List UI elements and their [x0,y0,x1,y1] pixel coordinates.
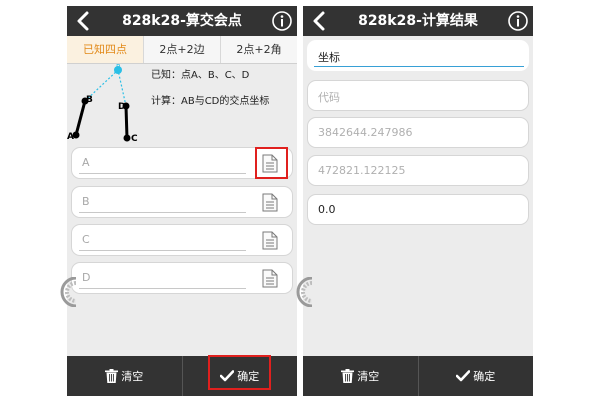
info-icon[interactable] [271,10,293,32]
label-d: D [118,102,125,112]
tab-two-points-two-angles[interactable]: 2点+2角 [221,36,297,63]
mode-tabs: 已知四点 2点+2边 2点+2角 [67,36,297,64]
coordinate-name-value: 坐标 [318,51,340,64]
point-b-input[interactable]: B [71,186,293,218]
highlight-box-confirm [208,355,271,390]
point-d-input[interactable]: D [71,262,293,294]
page-title: 828k28-算交会点 [122,13,242,29]
calculation-text: 计算：AB与CD的交点坐标 [151,96,270,107]
trash-icon [341,369,355,383]
northing-field[interactable]: 3842644.247986 [307,117,529,148]
back-arrow-icon[interactable] [309,9,331,33]
page-title: 828k28-计算结果 [358,13,478,29]
confirm-label: 确定 [473,370,496,383]
elevation-field[interactable]: 0.0 [307,194,529,225]
code-placeholder: 代码 [318,91,340,104]
document-icon[interactable] [262,231,278,250]
info-icon[interactable] [507,10,529,32]
clear-label: 清空 [357,370,380,383]
label-p: P [116,64,120,71]
result-screen: 828k28-计算结果 坐标 代码 3842644.247986 472821.… [303,6,533,396]
scroll-handle-icon[interactable] [60,277,78,307]
title-bar: 828k28-算交会点 [67,6,297,36]
point-c-input[interactable]: C [71,224,293,256]
point-d-placeholder: D [82,271,91,284]
document-icon[interactable] [262,269,278,288]
tab-two-points-two-sides[interactable]: 2点+2边 [144,36,221,63]
clear-label: 清空 [121,370,144,383]
confirm-button[interactable]: 确定 [417,356,534,396]
label-a: A [67,132,74,142]
input-underline [79,212,246,213]
clear-button[interactable]: 清空 [303,356,418,396]
northing-value: 3842644.247986 [318,126,413,139]
title-bar: 828k28-计算结果 [303,6,533,36]
input-underline [79,173,246,174]
point-c-marker [123,134,131,142]
point-a-placeholder: A [82,156,90,169]
scroll-handle-icon[interactable] [296,277,314,307]
document-icon[interactable] [262,193,278,212]
highlight-box-import [255,147,288,179]
easting-field[interactable]: 472821.122125 [307,155,529,186]
coordinate-name-field[interactable]: 坐标 [307,40,529,71]
trash-icon [105,369,119,383]
checkmark-icon [456,370,471,382]
easting-value: 472821.122125 [318,164,406,177]
code-field[interactable]: 代码 [307,80,529,111]
label-c: C [131,134,138,144]
input-underline [79,250,246,251]
elevation-value: 0.0 [318,203,336,216]
clear-button[interactable]: 清空 [67,356,182,396]
intersection-screen: 828k28-算交会点 已知四点 2点+2边 2点+2角 P B D A C 已… [67,6,297,396]
input-underline [79,288,246,289]
known-points-text: 已知：点A、B、C、D [151,70,250,81]
label-b: B [86,95,93,105]
tab-four-known-points[interactable]: 已知四点 [67,36,144,63]
back-arrow-icon[interactable] [73,9,95,33]
point-b-placeholder: B [82,195,90,208]
bottom-action-bar: 清空 确定 [303,356,533,396]
focus-underline [314,66,524,67]
point-c-placeholder: C [82,233,90,246]
intersection-diagram: P B D A C [67,64,138,144]
